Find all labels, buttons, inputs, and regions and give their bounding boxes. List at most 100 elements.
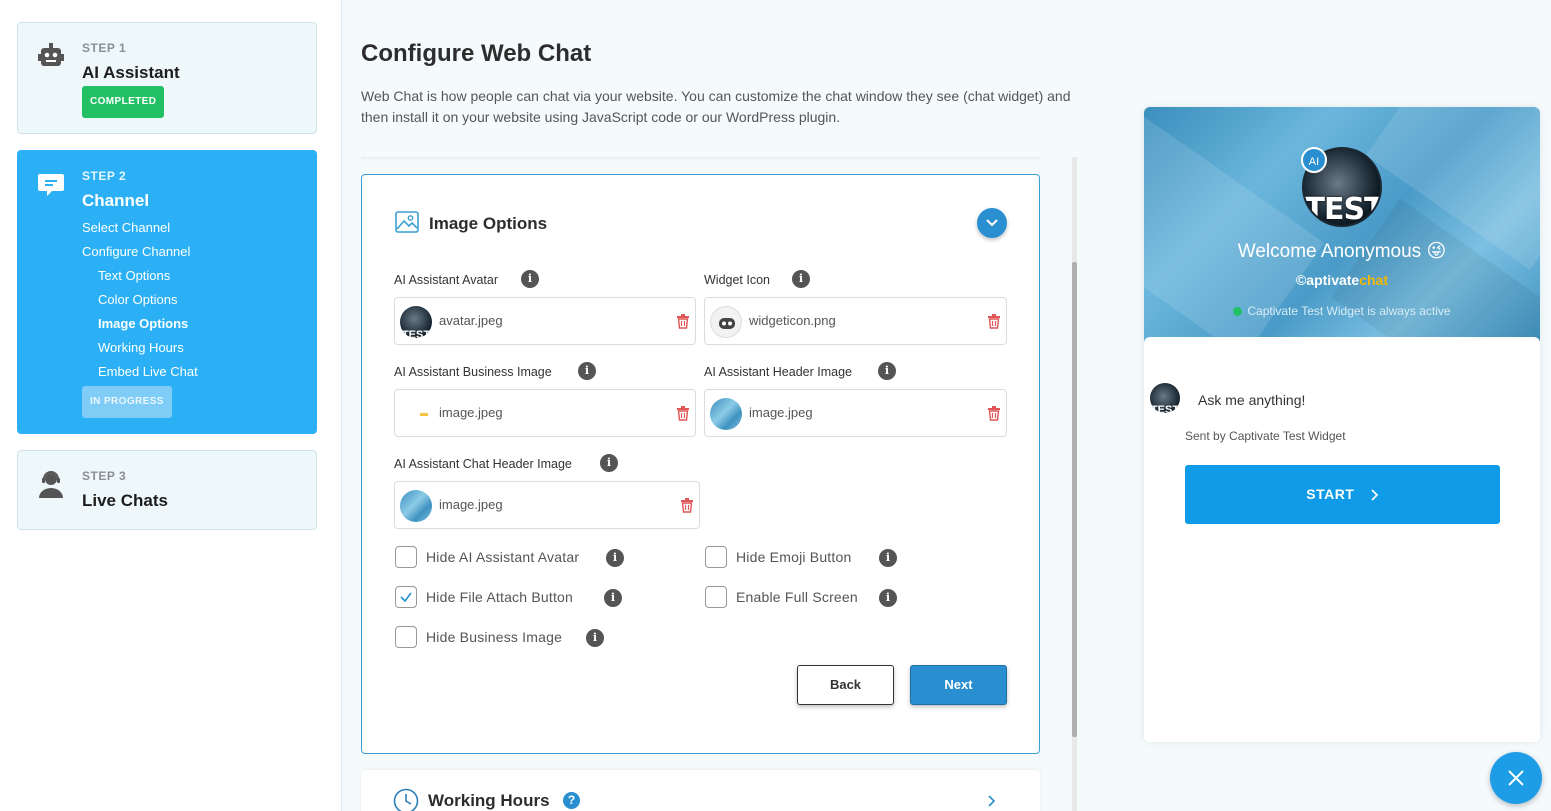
- sidebar-item-image-options[interactable]: Image Options: [98, 316, 188, 331]
- status-badge-completed: COMPLETED: [82, 86, 165, 118]
- field-label-business-image: AI Assistant Business Image: [394, 365, 552, 379]
- panel-title: Working Hours: [428, 791, 550, 810]
- field-label-avatar: AI Assistant Avatar: [394, 273, 498, 287]
- preview-body: TEST Ask me anything! Sent by Captivate …: [1144, 337, 1540, 742]
- checkbox-hide-emoji[interactable]: [705, 546, 727, 568]
- page-title: Configure Web Chat: [361, 40, 592, 67]
- chat-widget-preview: TEST AI Welcome Anonymous 😜 ©aptivatecha…: [1144, 107, 1540, 742]
- info-icon[interactable]: i: [792, 270, 810, 288]
- collapse-button[interactable]: [977, 208, 1007, 238]
- chevron-right-icon[interactable]: [988, 795, 996, 807]
- checkbox-hide-avatar[interactable]: [395, 546, 417, 568]
- step-card-ai-assistant[interactable]: STEP 1 AI Assistant COMPLETED: [17, 22, 317, 134]
- step-kicker: STEP 1: [82, 41, 127, 55]
- sidebar-item-color-options[interactable]: Color Options: [98, 292, 177, 307]
- message-text: Ask me anything!: [1198, 392, 1306, 408]
- sidebar-item-configure-channel[interactable]: Configure Channel: [82, 244, 190, 259]
- trash-icon[interactable]: [987, 314, 1001, 329]
- info-icon[interactable]: i: [521, 270, 539, 288]
- file-name: image.jpeg: [749, 405, 813, 420]
- info-icon[interactable]: i: [578, 362, 596, 380]
- close-chat-button[interactable]: [1490, 752, 1542, 804]
- welcome-label: Welcome Anonymous: [1237, 241, 1422, 262]
- info-icon[interactable]: i: [586, 629, 604, 647]
- help-icon[interactable]: ?: [563, 792, 580, 809]
- emoji-icon: 😜: [1426, 241, 1447, 262]
- image-options-panel: Image Options AI Assistant Avatar i TEST…: [361, 174, 1040, 754]
- welcome-text: Welcome Anonymous 😜: [1144, 240, 1540, 263]
- avatar-thumbnail: TEST: [400, 306, 432, 338]
- trash-icon[interactable]: [676, 406, 690, 421]
- header-image-file-field[interactable]: image.jpeg: [704, 389, 1007, 437]
- checkbox-hide-business-image[interactable]: [395, 626, 417, 648]
- logo-mark: [420, 413, 428, 416]
- avatar-thumb-text: TEST: [401, 329, 431, 338]
- divider: [361, 157, 1040, 161]
- robot-icon: [38, 43, 64, 66]
- start-button[interactable]: START: [1185, 465, 1500, 524]
- working-hours-panel[interactable]: Working Hours ?: [361, 770, 1040, 811]
- brand-prefix: ©aptivate: [1295, 272, 1360, 288]
- trash-icon[interactable]: [987, 406, 1001, 421]
- checkbox-label: Hide AI Assistant Avatar: [426, 549, 580, 565]
- chat-header-image-file-field[interactable]: image.jpeg: [394, 481, 700, 529]
- online-dot-icon: [1233, 307, 1243, 317]
- page-description: Web Chat is how people can chat via your…: [361, 88, 1071, 125]
- sidebar-item-text-options[interactable]: Text Options: [98, 268, 170, 283]
- status-line: Captivate Test Widget is always active: [1144, 304, 1540, 318]
- trash-icon[interactable]: [680, 498, 694, 513]
- checkmark-icon: [400, 592, 412, 603]
- business-image-file-field[interactable]: image.jpeg: [394, 389, 696, 437]
- avatar-text: TEST: [1150, 404, 1180, 413]
- status-badge-in-progress: IN PROGRESS: [82, 386, 172, 418]
- file-name: avatar.jpeg: [439, 313, 503, 328]
- image-icon: [395, 211, 419, 233]
- info-icon[interactable]: i: [879, 549, 897, 567]
- back-button[interactable]: Back: [797, 665, 894, 705]
- field-label-widget-icon: Widget Icon: [704, 273, 771, 287]
- sidebar-item-select-channel[interactable]: Select Channel: [82, 220, 170, 235]
- sidebar-item-embed-live-chat[interactable]: Embed Live Chat: [98, 364, 198, 379]
- trash-icon[interactable]: [676, 314, 690, 329]
- widget-icon-thumbnail: [710, 306, 742, 338]
- checkbox-label: Hide Emoji Button: [736, 549, 852, 565]
- brand-logo: ©aptivatechat: [1144, 272, 1540, 288]
- widget-icon-file-field[interactable]: widgeticon.png: [704, 297, 1007, 345]
- info-icon[interactable]: i: [604, 589, 622, 607]
- robot-icon: [719, 318, 735, 329]
- file-name: image.jpeg: [439, 405, 503, 420]
- checkbox-hide-file-attach[interactable]: [395, 586, 417, 608]
- chevron-right-icon: [1371, 489, 1379, 501]
- start-label: START: [1306, 486, 1355, 502]
- support-agent-icon: [39, 471, 63, 498]
- clock-icon: [393, 788, 419, 811]
- business-image-thumbnail: [400, 398, 432, 430]
- chat-bubble-icon: [38, 174, 64, 196]
- brand-suffix: chat: [1359, 272, 1389, 288]
- step-kicker: STEP 3: [82, 469, 127, 483]
- panel-title: Image Options: [429, 214, 548, 233]
- info-icon[interactable]: i: [878, 362, 896, 380]
- step-kicker: STEP 2: [82, 169, 127, 183]
- next-button[interactable]: Next: [910, 665, 1007, 705]
- header-image-thumbnail: [710, 398, 742, 430]
- close-icon: [1508, 770, 1524, 786]
- info-icon[interactable]: i: [600, 454, 618, 472]
- scrollbar-thumb[interactable]: [1072, 262, 1077, 737]
- sidebar-item-working-hours[interactable]: Working Hours: [98, 340, 184, 355]
- step-title: Live Chats: [82, 491, 168, 510]
- file-name: image.jpeg: [439, 497, 503, 512]
- checkbox-enable-full-screen[interactable]: [705, 586, 727, 608]
- message-avatar: TEST: [1150, 383, 1180, 413]
- step-card-channel[interactable]: STEP 2 Channel Select Channel Configure …: [17, 150, 317, 434]
- file-name: widgeticon.png: [749, 313, 836, 328]
- checkbox-label: Enable Full Screen: [736, 589, 858, 605]
- avatar-file-field[interactable]: TEST avatar.jpeg: [394, 297, 696, 345]
- field-label-chat-header-image: AI Assistant Chat Header Image: [394, 457, 572, 471]
- info-icon[interactable]: i: [606, 549, 624, 567]
- status-text: Captivate Test Widget is always active: [1247, 304, 1451, 318]
- chevron-down-icon: [986, 219, 998, 227]
- info-icon[interactable]: i: [879, 589, 897, 607]
- chat-header-image-thumbnail: [400, 490, 432, 522]
- step-card-live-chats[interactable]: STEP 3 Live Chats: [17, 450, 317, 530]
